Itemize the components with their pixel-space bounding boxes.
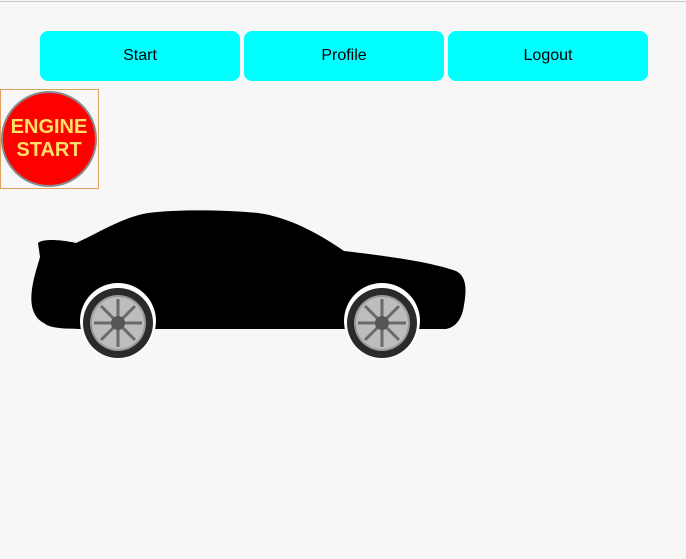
car-icon: [31, 210, 466, 359]
logout-button[interactable]: Logout: [448, 31, 648, 81]
nav-bar: Start Profile Logout: [40, 31, 648, 81]
front-wheel-icon: [83, 288, 153, 358]
rear-wheel-icon: [347, 288, 417, 358]
engine-start-label-line2: START: [16, 139, 82, 161]
start-button[interactable]: Start: [40, 31, 240, 81]
engine-start-label-line1: ENGINE: [10, 116, 88, 138]
engine-start-button[interactable]: ENGINE START: [1, 91, 97, 187]
top-divider: [0, 1, 686, 2]
engine-start-container: ENGINE START: [0, 89, 99, 189]
profile-button[interactable]: Profile: [244, 31, 444, 81]
